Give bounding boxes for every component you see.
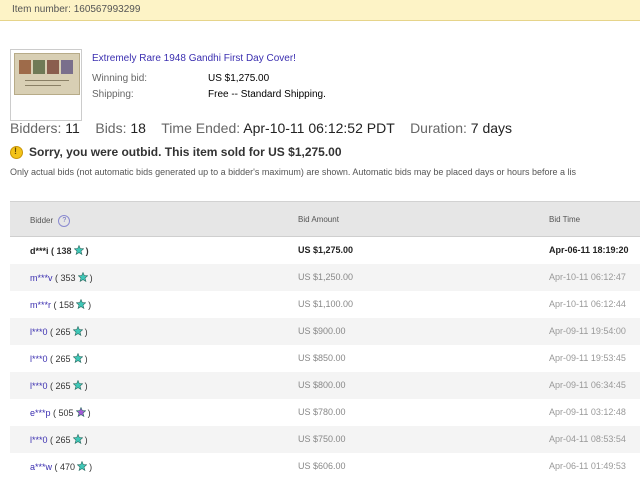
feedback-star-icon[interactable]: [73, 245, 84, 255]
bid-time-cell: Apr-09-11 06:34:45: [549, 380, 626, 390]
feedback-star-icon[interactable]: [72, 326, 83, 336]
bid-history-table: Bidder ? Bid Amount Bid Time d***i ( 138…: [10, 201, 640, 480]
feedback-star-icon[interactable]: [72, 434, 83, 444]
bidder-cell[interactable]: m***v ( 353): [30, 272, 93, 283]
bids-count: 18: [130, 120, 146, 136]
bid-amount-cell: US $800.00: [298, 380, 346, 390]
feedback-star-icon[interactable]: [77, 461, 88, 471]
bid-amount-cell: US $1,100.00: [298, 299, 354, 309]
bid-time-cell: Apr-09-11 19:53:45: [549, 353, 626, 363]
envelope-image: [14, 53, 80, 95]
bidder-cell[interactable]: l***0 ( 265): [30, 434, 88, 445]
feedback-star-icon[interactable]: [72, 353, 83, 363]
outbid-message: Sorry, you were outbid. This item sold f…: [29, 145, 342, 159]
feedback-star-icon[interactable]: [75, 407, 86, 417]
item-thumbnail[interactable]: [10, 49, 82, 121]
bid-time-cell: Apr-04-11 08:53:54: [549, 434, 626, 444]
table-row: l***0 ( 265) US $800.00 Apr-09-11 06:34:45: [10, 372, 640, 399]
table-row: l***0 ( 265) US $850.00 Apr-09-11 19:53:45: [10, 345, 640, 372]
bidder-cell[interactable]: l***0 ( 265): [30, 353, 88, 364]
bidder-cell[interactable]: d***i ( 138): [30, 245, 89, 256]
item-summary: Extremely Rare 1948 Gandhi First Day Cov…: [0, 21, 640, 121]
bid-history-note: Only actual bids (not automatic bids gen…: [10, 167, 577, 177]
item-number-bar: Item number: 160567993299: [0, 0, 640, 21]
time-ended-label: Time Ended:: [161, 120, 241, 136]
bid-time-cell: Apr-10-11 06:12:44: [549, 299, 626, 309]
outbid-notice: Sorry, you were outbid. This item sold f…: [10, 145, 342, 159]
bid-time-cell: Apr-09-11 19:54:00: [549, 326, 626, 336]
winning-bid-label: Winning bid:: [92, 73, 148, 84]
bid-amount-cell: US $850.00: [298, 353, 346, 363]
column-header-bid-amount[interactable]: Bid Amount: [298, 215, 339, 224]
feedback-star-icon[interactable]: [77, 272, 88, 282]
item-number-text: Item number: 160567993299: [12, 4, 141, 15]
bids-label: Bids:: [95, 120, 127, 136]
help-icon[interactable]: ?: [58, 215, 71, 227]
table-row: l***0 ( 265) US $900.00 Apr-09-11 19:54:00: [10, 318, 640, 345]
column-header-bid-time[interactable]: Bid Time: [549, 215, 580, 224]
table-body: d***i ( 138) US $1,275.00 Apr-06-11 18:19:…: [10, 237, 640, 480]
bid-amount-cell: US $606.00: [298, 461, 346, 471]
bidder-cell[interactable]: l***0 ( 265): [30, 326, 88, 337]
table-header: Bidder ? Bid Amount Bid Time: [10, 201, 640, 237]
bidder-cell[interactable]: m***r ( 158): [30, 299, 91, 310]
item-title-link[interactable]: Extremely Rare 1948 Gandhi First Day Cov…: [92, 53, 296, 64]
bidder-cell[interactable]: a***w ( 470): [30, 461, 92, 472]
shipping-label: Shipping:: [92, 89, 134, 100]
bid-amount-cell: US $900.00: [298, 326, 346, 336]
shipping-value: Free -- Standard Shipping.: [208, 89, 326, 100]
bid-amount-cell: US $1,275.00: [298, 245, 354, 255]
bidder-cell[interactable]: l***0 ( 265): [30, 380, 88, 391]
feedback-star-icon[interactable]: [72, 380, 83, 390]
bid-amount-cell: US $780.00: [298, 407, 346, 417]
column-header-bidder: Bidder ?: [30, 215, 71, 227]
time-ended-value: Apr-10-11 06:12:52 PDT: [243, 120, 395, 136]
table-row: m***r ( 158) US $1,100.00 Apr-10-11 06:12:…: [10, 291, 640, 318]
bid-time-cell: Apr-06-11 01:49:53: [549, 461, 626, 471]
bid-amount-cell: US $750.00: [298, 434, 346, 444]
table-row: d***i ( 138) US $1,275.00 Apr-06-11 18:19:…: [10, 237, 640, 264]
bidder-cell[interactable]: e***p ( 505): [30, 407, 91, 418]
table-row: a***w ( 470) US $606.00 Apr-06-11 01:49:53: [10, 453, 640, 480]
table-row: e***p ( 505) US $780.00 Apr-09-11 03:12:48: [10, 399, 640, 426]
feedback-star-icon[interactable]: [76, 299, 87, 309]
winning-bid-value: US $1,275.00: [208, 73, 270, 84]
bid-time-cell: Apr-09-11 03:12:48: [549, 407, 626, 417]
bidders-label: Bidders:: [10, 120, 62, 136]
auction-stats: Bidders: 11 Bids: 18 Time Ended: Apr-10-…: [10, 120, 512, 136]
bidders-count: 11: [65, 120, 80, 136]
table-row: l***0 ( 265) US $750.00 Apr-04-11 08:53:54: [10, 426, 640, 453]
bid-time-cell: Apr-06-11 18:19:20: [549, 245, 629, 255]
bid-time-cell: Apr-10-11 06:12:47: [549, 272, 626, 282]
bid-amount-cell: US $1,250.00: [298, 272, 354, 282]
table-row: m***v ( 353) US $1,250.00 Apr-10-11 06:12:…: [10, 264, 640, 291]
duration-label: Duration:: [410, 120, 467, 136]
duration-value: 7 days: [470, 120, 513, 136]
warning-icon: [10, 145, 23, 159]
